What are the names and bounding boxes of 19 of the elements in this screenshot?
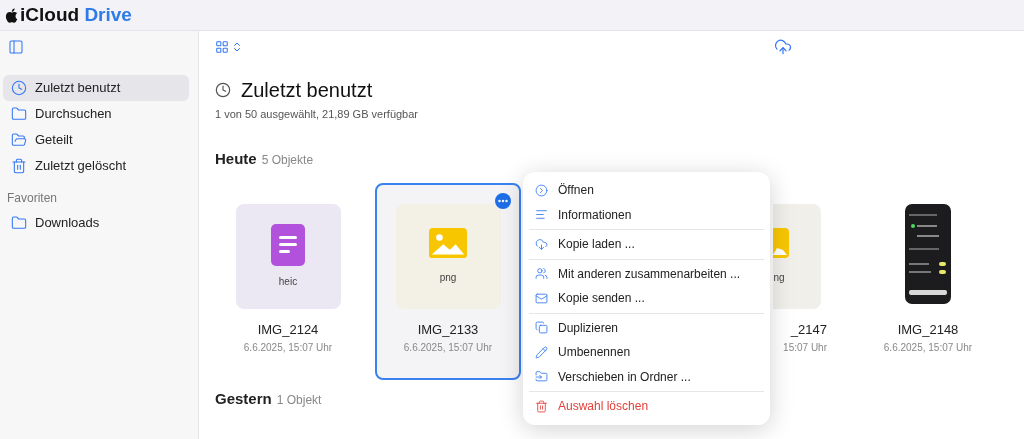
file-type: heic [278,275,298,289]
file-name: IMG_2124 [257,321,319,339]
storage-info: 1 von 50 ausgewählt, 21,89 GB verfügbar [215,107,420,122]
file-date: 6.6.2025, 15:07 Uhr [883,340,973,355]
file-name: _2147 [790,321,827,339]
file-name: IMG_2148 [897,321,959,339]
section-title: Gestern [215,389,272,409]
file-date: 6.6.2025, 15:07 Uhr [403,340,493,355]
file-date: 6.6.2025, 15:07 Uhr [243,340,333,355]
page-title: Zuletzt benutzt [241,78,373,103]
file-name: IMG_2133 [417,321,479,339]
file-date: 15:07 Uhr [783,340,827,355]
item-count: 5 Objekte [261,151,314,169]
file-type: png [439,271,457,286]
app-title: iCloud Drive [20,2,132,27]
item-count: 1 Objekt [276,392,322,409]
section-heading: Favoriten [7,190,59,207]
file-type: ng [773,271,785,285]
section-title: Heute [215,148,257,169]
